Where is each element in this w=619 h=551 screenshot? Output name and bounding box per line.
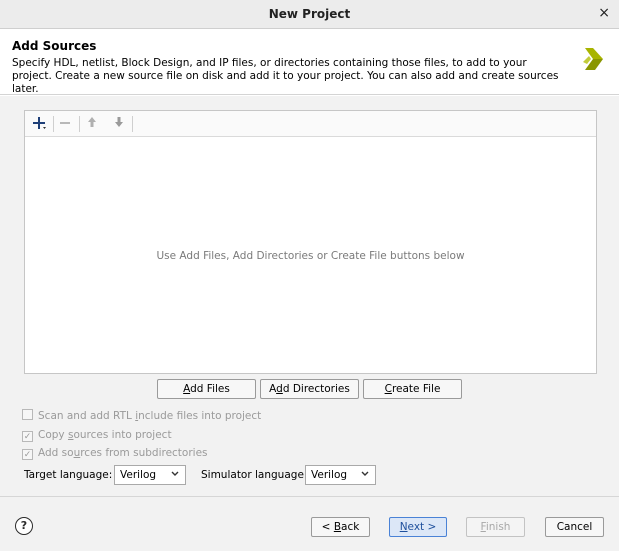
- finish-button[interactable]: Finish: [466, 517, 525, 537]
- target-language-select[interactable]: Verilog: [114, 465, 186, 485]
- page-title: Add Sources: [12, 39, 97, 53]
- add-subdirectories-checkbox[interactable]: ✓ Add sources from subdirectories: [22, 445, 208, 461]
- chevron-down-icon: [361, 471, 369, 476]
- empty-list-message: Use Add Files, Add Directories or Create…: [156, 250, 465, 262]
- help-icon[interactable]: ?: [15, 517, 33, 535]
- page-header: Add Sources Specify HDL, netlist, Block …: [0, 29, 619, 95]
- checkmark-icon[interactable]: ✓: [22, 449, 33, 460]
- simulator-language-select[interactable]: Verilog: [305, 465, 376, 485]
- arrow-up-icon[interactable]: [82, 115, 102, 133]
- add-directories-button[interactable]: Add Directories: [260, 379, 359, 399]
- close-icon[interactable]: ×: [598, 5, 610, 21]
- window-title: New Project: [268, 7, 351, 21]
- checkmark-icon[interactable]: ✓: [22, 431, 33, 442]
- create-file-button[interactable]: Create File: [363, 379, 462, 399]
- add-files-button[interactable]: Add Files: [157, 379, 256, 399]
- vivado-logo-icon: [583, 48, 603, 70]
- copy-sources-checkbox[interactable]: ✓ Copy sources into project: [22, 427, 172, 443]
- minus-icon[interactable]: [55, 115, 75, 133]
- content-area: Use Add Files, Add Directories or Create…: [0, 96, 619, 496]
- sources-panel: Use Add Files, Add Directories or Create…: [24, 110, 597, 374]
- checkbox-box[interactable]: [22, 409, 33, 420]
- page-description: Specify HDL, netlist, Block Design, and …: [12, 57, 559, 95]
- dialog-footer: ? < Back Next > Finish Cancel: [0, 496, 619, 551]
- simulator-language-value: Verilog: [311, 469, 348, 481]
- arrow-down-icon[interactable]: [109, 115, 129, 133]
- scan-rtl-checkbox[interactable]: Scan and add RTL include files into proj…: [22, 408, 261, 424]
- plus-icon[interactable]: [29, 115, 49, 133]
- simulator-language-label: Simulator language:: [201, 469, 308, 481]
- toolbar-separator: [132, 116, 133, 132]
- chevron-down-icon: [171, 471, 179, 476]
- back-button[interactable]: < Back: [311, 517, 370, 537]
- cancel-button[interactable]: Cancel: [545, 517, 604, 537]
- title-bar: New Project ×: [0, 0, 619, 29]
- toolbar-separator: [53, 116, 54, 132]
- next-button[interactable]: Next >: [389, 517, 447, 537]
- target-language-label: Target language:: [24, 469, 113, 481]
- target-language-value: Verilog: [120, 469, 157, 481]
- sources-toolbar: [25, 111, 596, 137]
- toolbar-separator: [79, 116, 80, 132]
